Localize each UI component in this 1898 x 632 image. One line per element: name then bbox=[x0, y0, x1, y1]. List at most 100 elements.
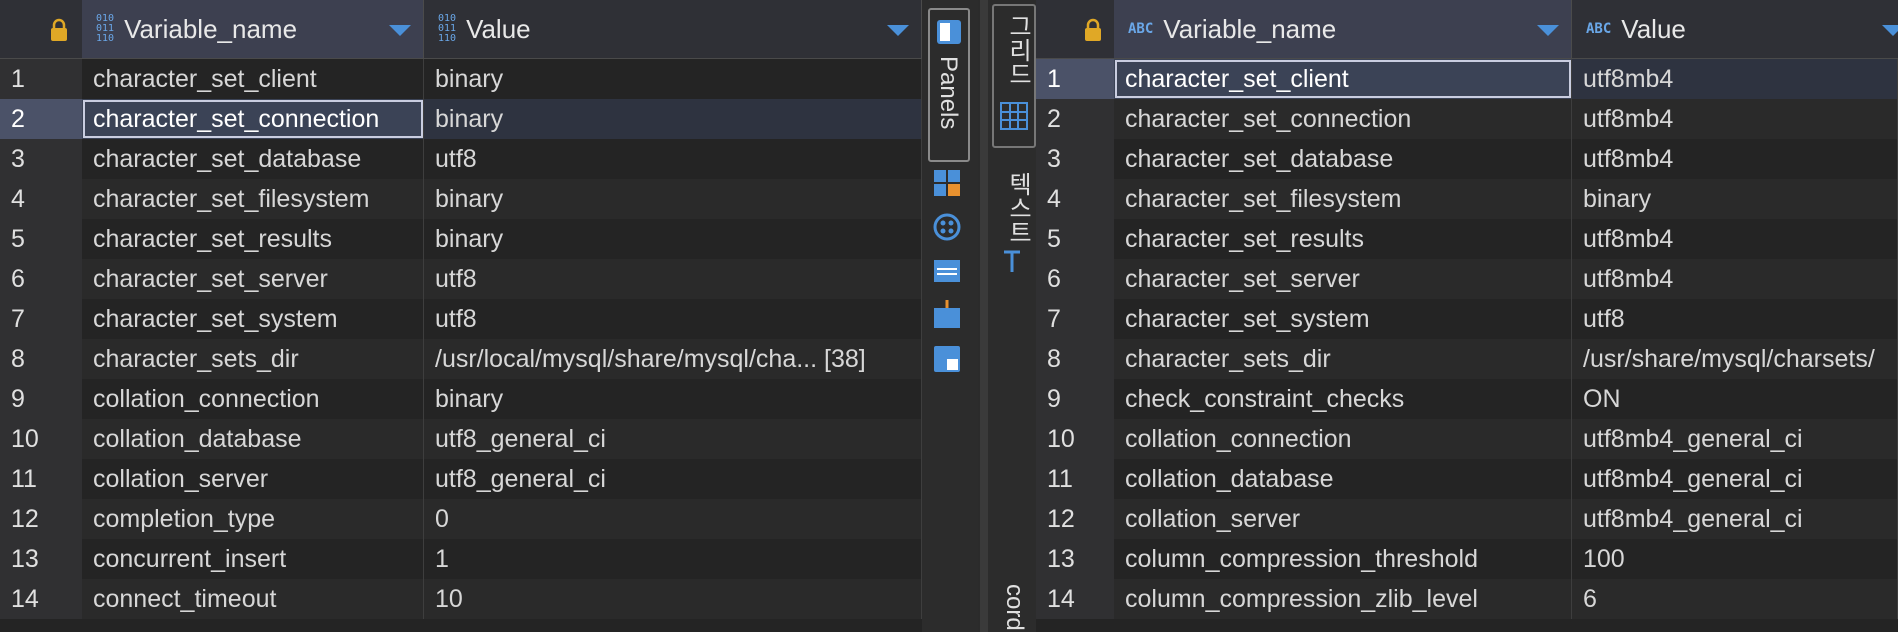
variable-name-cell[interactable]: check_constraint_checks bbox=[1114, 379, 1572, 419]
references-icon[interactable] bbox=[932, 344, 962, 374]
table-row[interactable]: 7 character_set_system utf8 bbox=[0, 299, 922, 339]
row-number[interactable]: 14 bbox=[1036, 579, 1114, 619]
value-cell[interactable]: 1 bbox=[424, 539, 922, 579]
table-row[interactable]: 2 character_set_connection utf8mb4 bbox=[1036, 99, 1898, 139]
value-cell[interactable]: ON bbox=[1572, 379, 1898, 419]
variable-name-cell[interactable]: character_set_connection bbox=[1114, 99, 1572, 139]
table-row[interactable]: 3 character_set_database utf8 bbox=[0, 139, 922, 179]
value-cell[interactable]: utf8mb4 bbox=[1572, 139, 1898, 179]
value-cell[interactable]: binary bbox=[424, 59, 922, 99]
variable-name-cell[interactable]: character_set_results bbox=[1114, 219, 1572, 259]
value-cell[interactable]: utf8 bbox=[424, 299, 922, 339]
table-row[interactable]: 9 collation_connection binary bbox=[0, 379, 922, 419]
table-row[interactable]: 1 character_set_client binary bbox=[0, 59, 922, 99]
variable-name-cell[interactable]: character_set_server bbox=[82, 259, 424, 299]
row-number[interactable]: 9 bbox=[0, 379, 82, 419]
variable-name-cell[interactable]: collation_server bbox=[82, 459, 424, 499]
variable-name-cell[interactable]: character_set_database bbox=[82, 139, 424, 179]
value-cell[interactable]: /usr/local/mysql/share/mysql/cha... [38] bbox=[424, 339, 922, 379]
value-cell[interactable]: binary bbox=[424, 179, 922, 219]
sort-dropdown-icon[interactable] bbox=[1537, 25, 1559, 36]
table-row[interactable]: 11 collation_database utf8mb4_general_ci bbox=[1036, 459, 1898, 499]
table-row[interactable]: 2 character_set_connection binary bbox=[0, 99, 922, 139]
table-row[interactable]: 6 character_set_server utf8mb4 bbox=[1036, 259, 1898, 299]
row-number[interactable]: 13 bbox=[0, 539, 82, 579]
table-row[interactable]: 10 collation_database utf8_general_ci bbox=[0, 419, 922, 459]
table-row[interactable]: 9 check_constraint_checks ON bbox=[1036, 379, 1898, 419]
table-row[interactable]: 14 column_compression_zlib_level 6 bbox=[1036, 579, 1898, 619]
table-row[interactable]: 11 collation_server utf8_general_ci bbox=[0, 459, 922, 499]
value-cell[interactable]: binary bbox=[424, 219, 922, 259]
record-tab-label[interactable]: cord bbox=[1000, 584, 1028, 631]
variable-name-cell[interactable]: connect_timeout bbox=[82, 579, 424, 619]
variable-name-cell[interactable]: character_sets_dir bbox=[82, 339, 424, 379]
value-cell[interactable]: utf8 bbox=[424, 259, 922, 299]
table-row[interactable]: 4 character_set_filesystem binary bbox=[1036, 179, 1898, 219]
column-header-variable-name[interactable]: 010 011 110 Variable_name bbox=[82, 0, 424, 58]
row-number[interactable]: 3 bbox=[1036, 139, 1114, 179]
tab-grid[interactable]: 그리드 bbox=[992, 4, 1036, 148]
table-row[interactable]: 8 character_sets_dir/usr/local/mysql/shar… bbox=[0, 339, 922, 379]
value-cell[interactable]: utf8_general_ci bbox=[424, 459, 922, 499]
variable-name-cell[interactable]: character_set_client bbox=[82, 59, 424, 99]
table-row[interactable]: 4 character_set_filesystem binary bbox=[0, 179, 922, 219]
value-viewer-icon[interactable] bbox=[932, 300, 962, 330]
value-cell[interactable]: utf8 bbox=[424, 139, 922, 179]
row-number[interactable]: 8 bbox=[0, 339, 82, 379]
value-cell[interactable]: 6 bbox=[1572, 579, 1898, 619]
table-row[interactable]: 14 connect_timeout 10 bbox=[0, 579, 922, 619]
value-cell[interactable]: utf8mb4_general_ci bbox=[1572, 499, 1898, 539]
table-row[interactable]: 13 concurrent_insert 1 bbox=[0, 539, 922, 579]
table-row[interactable]: 5 character_set_results utf8mb4 bbox=[1036, 219, 1898, 259]
variable-name-cell[interactable]: character_set_filesystem bbox=[82, 179, 424, 219]
table-row[interactable]: 12 collation_server utf8mb4_general_ci bbox=[1036, 499, 1898, 539]
column-header-variable-name[interactable]: ABC Variable_name bbox=[1114, 0, 1572, 58]
value-cell[interactable]: 10 bbox=[424, 579, 922, 619]
table-row[interactable]: 6 character_set_server utf8 bbox=[0, 259, 922, 299]
table-row[interactable]: 5 character_set_results binary bbox=[0, 219, 922, 259]
row-number[interactable]: 4 bbox=[0, 179, 82, 219]
grouping-icon[interactable] bbox=[932, 212, 962, 242]
sort-dropdown-icon[interactable] bbox=[887, 25, 909, 36]
variable-name-cell[interactable]: column_compression_zlib_level bbox=[1114, 579, 1572, 619]
row-number[interactable]: 3 bbox=[0, 139, 82, 179]
value-cell[interactable]: utf8mb4 bbox=[1572, 219, 1898, 259]
value-cell[interactable]: utf8mb4 bbox=[1572, 259, 1898, 299]
row-number[interactable]: 2 bbox=[0, 99, 82, 139]
left-result-grid[interactable]: 010 011 110 Variable_name 010 011 110 Va… bbox=[0, 0, 922, 632]
value-cell[interactable]: utf8_general_ci bbox=[424, 419, 922, 459]
table-row[interactable]: 1 character_set_client utf8mb4 bbox=[1036, 59, 1898, 99]
row-number[interactable]: 5 bbox=[0, 219, 82, 259]
row-number[interactable]: 4 bbox=[1036, 179, 1114, 219]
variable-name-cell[interactable]: character_set_system bbox=[1114, 299, 1572, 339]
value-cell[interactable]: binary bbox=[1572, 179, 1898, 219]
variable-name-cell[interactable]: concurrent_insert bbox=[82, 539, 424, 579]
row-number[interactable]: 5 bbox=[1036, 219, 1114, 259]
value-cell[interactable]: binary bbox=[424, 379, 922, 419]
column-header-value[interactable]: ABC Value bbox=[1572, 0, 1898, 58]
row-number[interactable]: 2 bbox=[1036, 99, 1114, 139]
value-cell[interactable]: utf8 bbox=[1572, 299, 1898, 339]
row-number[interactable]: 8 bbox=[1036, 339, 1114, 379]
variable-name-cell[interactable]: character_set_connection bbox=[82, 99, 424, 139]
variable-name-cell[interactable]: collation_database bbox=[82, 419, 424, 459]
value-cell[interactable]: 100 bbox=[1572, 539, 1898, 579]
row-number[interactable]: 9 bbox=[1036, 379, 1114, 419]
metadata-icon[interactable] bbox=[932, 256, 962, 286]
table-row[interactable]: 12 completion_type 0 bbox=[0, 499, 922, 539]
value-cell[interactable]: /usr/share/mysql/charsets/ bbox=[1572, 339, 1898, 379]
column-header-value[interactable]: 010 011 110 Value bbox=[424, 0, 922, 58]
value-cell[interactable]: utf8mb4 bbox=[1572, 99, 1898, 139]
table-row[interactable]: 13 column_compression_threshold 100 bbox=[1036, 539, 1898, 579]
variable-name-cell[interactable]: collation_server bbox=[1114, 499, 1572, 539]
variable-name-cell[interactable]: character_set_filesystem bbox=[1114, 179, 1572, 219]
row-number[interactable]: 12 bbox=[0, 499, 82, 539]
value-cell[interactable]: 0 bbox=[424, 499, 922, 539]
variable-name-cell[interactable]: column_compression_threshold bbox=[1114, 539, 1572, 579]
row-number[interactable]: 1 bbox=[1036, 59, 1114, 99]
value-cell[interactable]: binary bbox=[424, 99, 922, 139]
row-number[interactable]: 10 bbox=[0, 419, 82, 459]
sort-dropdown-icon[interactable] bbox=[1882, 25, 1898, 36]
row-number[interactable]: 6 bbox=[0, 259, 82, 299]
row-number[interactable]: 11 bbox=[1036, 459, 1114, 499]
